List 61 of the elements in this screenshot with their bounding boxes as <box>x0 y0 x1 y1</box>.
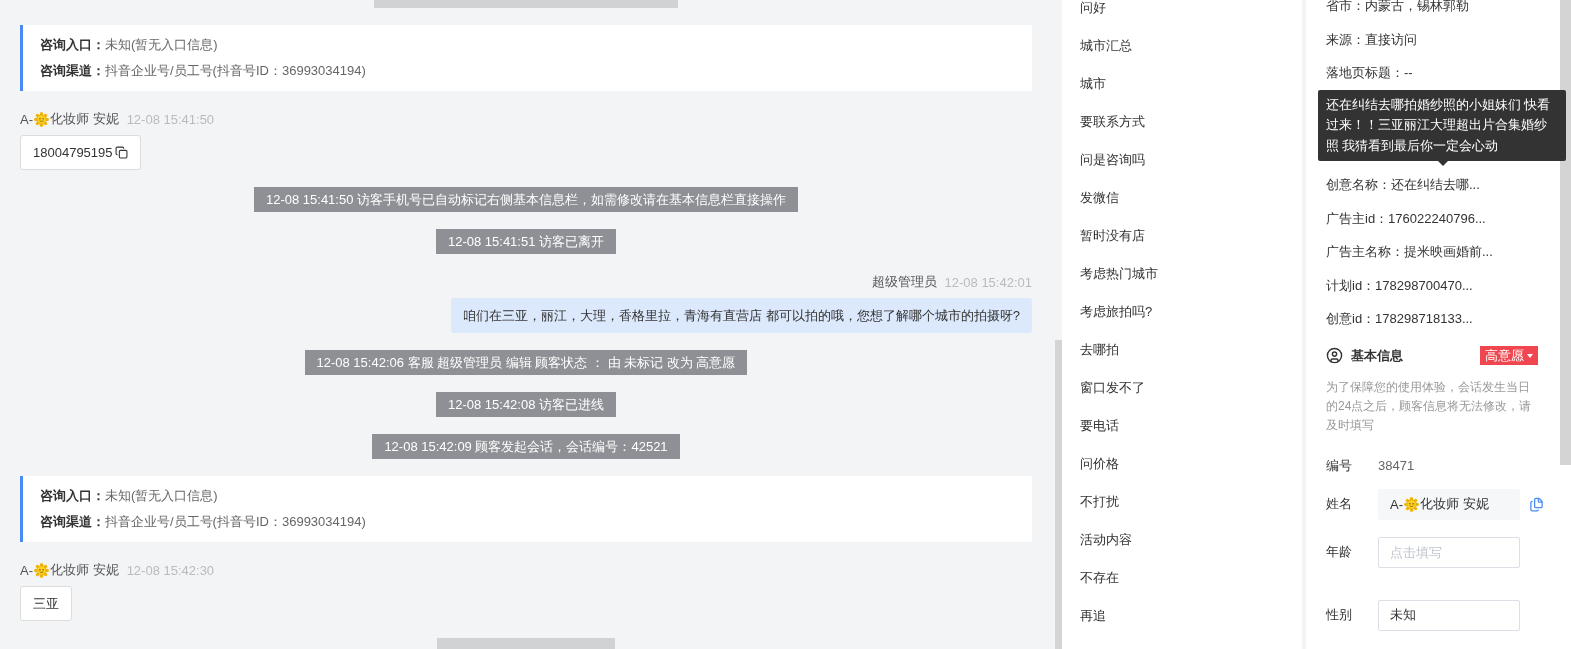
quick-reply-item[interactable]: 考虑热门城市 <box>1080 255 1302 293</box>
source-field: 创意名称：还在纠结去哪... <box>1326 168 1550 202</box>
quick-reply-item[interactable]: 不存在 <box>1080 559 1302 597</box>
quick-reply-item[interactable]: 问好 <box>1080 0 1302 27</box>
source-field: 广告主id：176022240796... <box>1326 201 1550 235</box>
source-field: 创意id：178298718133... <box>1326 302 1550 336</box>
system-message: 12-08 15:42:08 访客已进线 <box>435 392 617 417</box>
system-message: 12-08 15:41:51 访客已离开 <box>435 229 617 254</box>
message-time: 12-08 15:42:01 <box>944 274 1032 290</box>
field-label: 性别 <box>1326 606 1353 624</box>
quick-reply-item[interactable]: 城市汇总 <box>1080 27 1302 65</box>
input-field[interactable]: 未知 <box>1378 599 1520 631</box>
copy-icon[interactable] <box>114 146 128 159</box>
source-field: 来源：直接访问 <box>1326 22 1550 56</box>
message-bubble: 咱们在三亚，丽江，大理，香格里拉，青海有直营店 都可以拍的哦，您想了解哪个城市的拍摄呀? <box>451 298 1032 333</box>
system-message: 12-08 15:42:06 客服 超级管理员 编辑 顾客状态 ： 由 未标记 改为 高意愿 <box>304 350 748 375</box>
input-field[interactable]: 点击填写 <box>1378 536 1520 568</box>
sun-face-icon <box>34 562 49 578</box>
section-title: 基本信息 <box>1351 346 1404 365</box>
sender-name: A- 化妆师 安妮 <box>20 110 119 128</box>
quick-reply-item[interactable]: 考虑旅拍吗? <box>1080 293 1302 331</box>
quick-reply-item[interactable]: 去哪拍 <box>1080 331 1302 369</box>
quick-reply-item[interactable]: 城市 <box>1080 65 1302 103</box>
user-circle-icon <box>1326 347 1343 364</box>
quick-reply-item[interactable]: 要电话 <box>1080 407 1302 445</box>
quick-reply-item[interactable]: 窗口发不了 <box>1080 369 1302 407</box>
message-bubble: 18004795195 <box>20 135 141 170</box>
entry-info-line: 咨询渠道：抖音企业号/员工号(抖音号ID：36993034194) <box>40 62 367 80</box>
sun-face-icon <box>34 111 49 127</box>
system-message: 12-08 15:41:50 访客手机号已自动标记右侧基本信息栏，如需修改请在基本信息栏直接操作 <box>253 187 799 212</box>
message-bubble: 三亚 <box>20 586 72 621</box>
source-field: 广告主名称：提米映画婚前... <box>1326 235 1550 269</box>
field-label: 编号 <box>1326 456 1353 475</box>
quick-reply-item[interactable]: 要联系方式 <box>1080 103 1302 141</box>
entry-info-line: 咨询渠道：抖音企业号/员工号(抖音号ID：36993034194) <box>40 513 367 531</box>
quick-reply-item[interactable]: 问是咨询吗 <box>1080 141 1302 179</box>
field-label: 年龄 <box>1326 543 1353 561</box>
system-message: 12-08 15:42:09 顾客发起会话，会话编号：42521 <box>372 434 680 459</box>
field-value: 38471 <box>1378 458 1415 473</box>
source-field: 计划id：178298700470... <box>1326 268 1550 302</box>
tooltip-arrow-icon <box>1438 161 1448 166</box>
message-time: 12-08 15:42:30 <box>126 562 215 578</box>
quick-reply-item[interactable]: 发微信 <box>1080 179 1302 217</box>
scrollbar[interactable] <box>1560 0 1571 465</box>
notice-text: 为了保障您的使用体验，会话发生当日的24点之后，顾客信息将无法修改，请及时填写 <box>1326 378 1533 434</box>
entry-info-line: 咨询入口：未知(暂无入口信息) <box>40 487 219 505</box>
quick-reply-item[interactable]: 不打扰 <box>1080 483 1302 521</box>
field-label: 姓名 <box>1326 495 1353 513</box>
quick-reply-item[interactable]: 再追 <box>1080 597 1302 635</box>
intent-tag[interactable]: 高意愿 <box>1480 346 1538 365</box>
quick-reply-item[interactable]: 问价格 <box>1080 445 1302 483</box>
sender-name: A- 化妆师 安妮 <box>20 561 119 579</box>
message-time: 12-08 15:41:50 <box>126 111 215 127</box>
name-field: A- 化妆师 安妮 <box>1378 488 1520 520</box>
source-field: 落地页标题：-- <box>1326 56 1550 90</box>
quick-reply-item[interactable]: 活动内容 <box>1080 521 1302 559</box>
quick-reply-item[interactable]: 暂时没有店 <box>1080 217 1302 255</box>
sender-name: 超级管理员 <box>871 273 937 291</box>
sun-face-icon <box>1404 496 1419 512</box>
entry-info-line: 咨询入口：未知(暂无入口信息) <box>40 36 219 54</box>
scrollbar[interactable] <box>1055 340 1062 649</box>
